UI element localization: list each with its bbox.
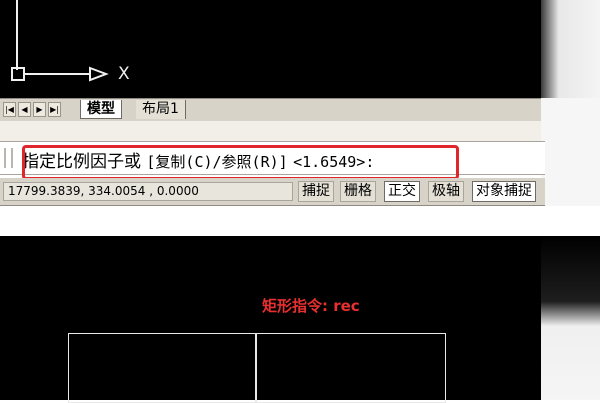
image-gap [0,206,600,236]
ortho-toggle-button[interactable]: 正交 [384,181,420,202]
background-edge [541,0,600,98]
model-space-canvas-top[interactable]: X [0,0,548,98]
layout-tab-bar: |◀ ◀ ▶ ▶| 模型 布局1 [0,98,548,122]
drawn-rectangle-left[interactable] [68,333,256,403]
snap-toggle-button[interactable]: 捕捉 [298,181,334,202]
drawn-rectangle-right[interactable] [256,333,446,403]
ucs-icon [11,0,109,82]
command-line[interactable]: 指定比例因子或 [复制(C)/参照(R)] <1.6549>: [0,141,545,175]
status-bar: 17799.3839, 334.0054 , 0.0000 捕捉 栅格 正交 极… [0,178,545,206]
command-prompt: 指定比例因子或 [复制(C)/参照(R)] <1.6549>: [22,147,374,172]
command-suffix: : [365,153,375,171]
previous-tab-button[interactable]: ◀ [18,102,31,117]
coordinate-display[interactable]: 17799.3839, 334.0054 , 0.0000 [3,182,293,201]
background-edge-bottom [541,236,600,400]
next-tab-button[interactable]: ▶ [33,102,46,117]
command-line-grip-icon[interactable] [4,148,13,168]
command-default-value: <1.6549> [293,153,366,171]
grid-toggle-button[interactable]: 栅格 [340,181,376,202]
polar-toggle-button[interactable]: 极轴 [428,181,464,202]
command-window-border [0,121,548,141]
first-tab-button[interactable]: |◀ [3,102,16,117]
ucs-x-axis-label: X [118,64,130,84]
last-tab-button[interactable]: ▶| [48,102,61,117]
command-options: [复制(C)/参照(R)] [146,153,288,171]
rectangle-command-annotation: 矩形指令: rec [262,297,360,315]
command-prompt-text: 指定比例因子或 [22,152,141,172]
osnap-toggle-button[interactable]: 对象捕捉 [472,181,536,202]
tab-model[interactable]: 模型 [80,100,122,119]
tab-layout1[interactable]: 布局1 [136,100,186,119]
